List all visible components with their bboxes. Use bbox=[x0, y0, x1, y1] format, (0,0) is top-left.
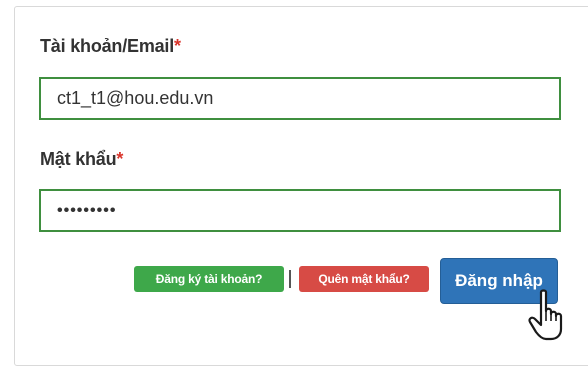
password-label-text: Mật khẩu bbox=[40, 149, 117, 169]
account-required-mark: * bbox=[174, 36, 181, 56]
password-label: Mật khẩu* bbox=[40, 149, 123, 170]
password-required-mark: * bbox=[116, 149, 124, 169]
account-email-value: ct1_t1@hou.edu.vn bbox=[57, 88, 214, 108]
login-panel bbox=[14, 6, 588, 366]
hand-pointer-icon bbox=[528, 289, 563, 341]
forgot-password-button[interactable]: Quên mật khẩu? bbox=[299, 266, 429, 292]
password-input[interactable]: ••••••••• bbox=[39, 189, 561, 232]
account-email-input[interactable]: ct1_t1@hou.edu.vn bbox=[39, 77, 561, 120]
account-label-text: Tài khoản/Email bbox=[40, 36, 175, 56]
link-separator bbox=[289, 270, 291, 288]
password-mask: ••••••••• bbox=[57, 201, 117, 219]
account-label: Tài khoản/Email* bbox=[40, 36, 181, 57]
register-account-button[interactable]: Đăng ký tài khoản? bbox=[134, 266, 284, 292]
